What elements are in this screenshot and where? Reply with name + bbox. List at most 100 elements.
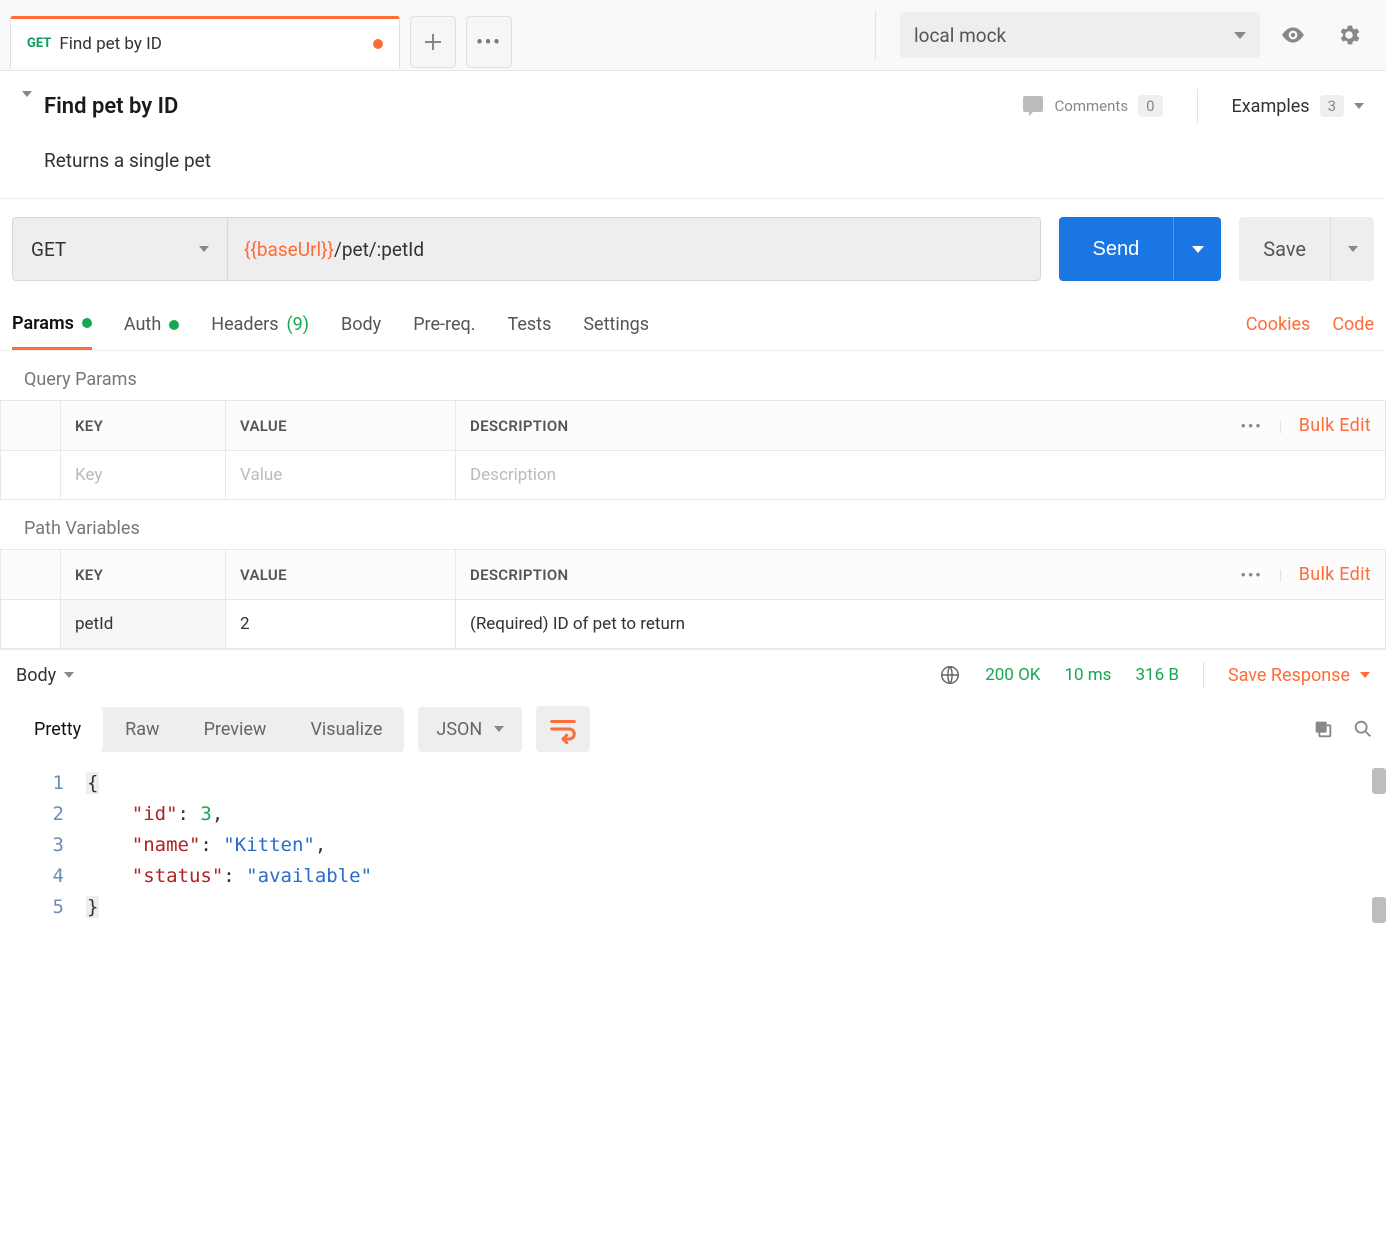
gear-icon (1336, 22, 1362, 48)
comments-count-badge: 0 (1138, 95, 1162, 117)
scrollbar-thumb[interactable] (1372, 768, 1386, 794)
scrollbar-thumb[interactable] (1372, 897, 1386, 923)
chevron-down-icon (494, 726, 504, 732)
title-row: Find pet by ID Comments 0 Examples 3 (22, 89, 1364, 123)
response-view-controls: Pretty Raw Preview Visualize JSON (0, 700, 1386, 764)
save-button[interactable]: Save (1239, 217, 1330, 281)
bulk-edit-link[interactable]: Bulk Edit (1299, 564, 1371, 585)
url-input[interactable]: {{baseUrl}}/pet/:petId (228, 218, 1040, 280)
send-options-button[interactable] (1173, 217, 1221, 281)
divider (875, 10, 876, 60)
params-select-all[interactable] (1, 401, 61, 451)
column-options-button[interactable]: ••• (1240, 566, 1262, 584)
pathvar-select-all[interactable] (1, 550, 61, 600)
pathvar-value-input[interactable]: 2 (240, 614, 250, 634)
unsaved-dot-icon (373, 39, 383, 49)
view-visualize[interactable]: Visualize (288, 707, 404, 752)
wrap-lines-button[interactable] (536, 706, 590, 752)
save-options-button[interactable] (1330, 217, 1374, 281)
query-params-table: KEY VALUE DESCRIPTION ••• | Bulk Edit Ke… (0, 400, 1386, 500)
key-input[interactable]: Key (75, 465, 102, 485)
comment-icon (1021, 94, 1045, 118)
col-key: KEY (61, 401, 226, 451)
tab-body[interactable]: Body (341, 299, 381, 350)
column-options-button[interactable]: ••• (1240, 417, 1262, 435)
query-param-new-row[interactable]: Key Value Description (1, 451, 1386, 500)
search-icon[interactable] (1352, 718, 1374, 740)
tab-headers[interactable]: Headers(9) (211, 299, 309, 350)
examples-dropdown[interactable]: Examples 3 (1232, 95, 1365, 117)
cookies-link[interactable]: Cookies (1246, 314, 1311, 335)
collapse-toggle[interactable] (22, 97, 32, 115)
response-status: 200 OK (985, 665, 1040, 685)
request-description: Returns a single pet (44, 149, 1364, 172)
view-raw[interactable]: Raw (103, 707, 181, 752)
value-input[interactable]: Value (240, 465, 282, 485)
add-tab-button[interactable] (410, 16, 456, 68)
request-subtabs: Params Auth Headers(9) Body Pre-req. Tes… (0, 299, 1386, 351)
tab-title: Find pet by ID (59, 34, 162, 54)
response-size: 316 B (1135, 665, 1178, 685)
response-format-select[interactable]: JSON (418, 707, 522, 752)
comments-label: Comments (1055, 97, 1129, 115)
chevron-down-icon (1354, 103, 1364, 109)
divider (1197, 89, 1198, 123)
ellipsis-icon: ••• (476, 32, 501, 53)
wrap-icon (548, 714, 578, 744)
active-dot-icon (169, 320, 179, 330)
chevron-down-icon (22, 91, 32, 115)
url-path: /pet/:petId (334, 238, 424, 261)
description-input[interactable]: Description (470, 465, 556, 485)
send-button[interactable]: Send (1059, 217, 1174, 281)
environment-quicklook-button[interactable] (1270, 12, 1316, 58)
chevron-down-icon (199, 246, 209, 252)
settings-button[interactable] (1326, 12, 1372, 58)
pathvar-key: petId (75, 614, 113, 634)
tab-params[interactable]: Params (12, 299, 92, 350)
col-value: VALUE (226, 401, 456, 451)
send-button-group: Send (1059, 217, 1222, 281)
active-dot-icon (82, 318, 92, 328)
response-body-dropdown[interactable]: Body (16, 665, 74, 686)
request-title: Find pet by ID (44, 94, 178, 119)
tab-strip: GET Find pet by ID ••• (0, 0, 861, 68)
view-pretty[interactable]: Pretty (12, 707, 103, 752)
examples-label: Examples (1232, 96, 1310, 117)
tab-settings[interactable]: Settings (583, 299, 649, 350)
plus-icon (424, 33, 442, 51)
response-meta: 200 OK 10 ms 316 B Save Response (939, 662, 1370, 688)
bulk-edit-link[interactable]: Bulk Edit (1299, 415, 1371, 436)
line-gutter: 1 2 3 4 5 (0, 768, 86, 923)
col-key: KEY (61, 550, 226, 600)
divider (1203, 662, 1204, 688)
tab-tests[interactable]: Tests (507, 299, 551, 350)
environment-selector[interactable]: local mock (900, 12, 1260, 58)
view-preview[interactable]: Preview (182, 707, 289, 752)
chevron-down-icon (1348, 246, 1358, 252)
col-description: DESCRIPTION ••• | Bulk Edit (456, 401, 1386, 451)
title-actions: Comments 0 Examples 3 (1021, 89, 1364, 123)
code-content[interactable]: { "id": 3, "name": "Kitten", "status": "… (86, 768, 372, 923)
path-variables-table: KEY VALUE DESCRIPTION ••• | Bulk Edit pe… (0, 549, 1386, 649)
request-header-area: Find pet by ID Comments 0 Examples 3 Ret… (0, 71, 1386, 199)
tab-overflow-button[interactable]: ••• (466, 16, 512, 68)
top-bar: GET Find pet by ID ••• local mock (0, 0, 1386, 71)
comments-button[interactable]: Comments 0 (1021, 94, 1163, 118)
tab-prereq[interactable]: Pre-req. (413, 299, 475, 350)
request-tab[interactable]: GET Find pet by ID (10, 16, 400, 68)
code-link[interactable]: Code (1332, 314, 1374, 335)
chevron-down-icon (1234, 32, 1246, 39)
tab-method-badge: GET (27, 36, 51, 51)
view-mode-toggle: Pretty Raw Preview Visualize (12, 707, 404, 752)
pathvar-description-input[interactable]: (Required) ID of pet to return (470, 614, 685, 634)
save-response-dropdown[interactable]: Save Response (1228, 665, 1370, 686)
response-tools (1312, 718, 1374, 740)
copy-icon[interactable] (1312, 718, 1334, 740)
tab-auth[interactable]: Auth (124, 299, 179, 350)
globe-icon[interactable] (939, 664, 961, 686)
url-variable: {{baseUrl}} (244, 238, 334, 261)
url-compound: GET {{baseUrl}}/pet/:petId (12, 217, 1041, 281)
chevron-down-icon (1192, 246, 1204, 253)
http-method-select[interactable]: GET (13, 218, 228, 280)
path-variable-row: petId 2 (Required) ID of pet to return (1, 600, 1386, 649)
